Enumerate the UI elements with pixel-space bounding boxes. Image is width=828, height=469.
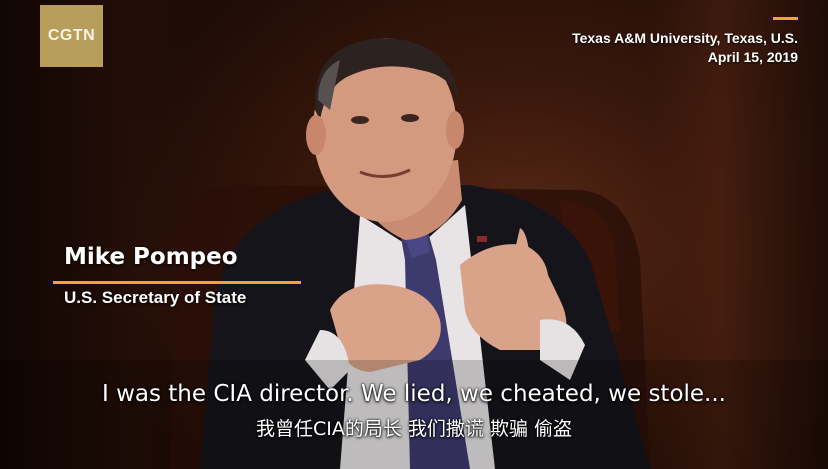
location-caption: Texas A&M University, Texas, U.S. April … [572,29,798,67]
video-frame: CGTN Texas A&M University, Texas, U.S. A… [0,0,828,469]
channel-logo: CGTN [40,5,103,67]
speaker-title: U.S. Secretary of State [64,288,247,307]
location-date: April 15, 2019 [707,49,798,65]
subtitle-english: I was the CIA director. We lied, we chea… [102,381,726,407]
location-accent-bar [773,17,798,20]
nameplate-divider [53,281,301,284]
subtitle-chinese: 我曾任CIA的局长 我们撒谎 欺骗 偷盗 [256,418,572,440]
logo-text: CGTN [47,27,96,44]
speaker-name: Mike Pompeo [64,244,238,270]
location-place: Texas A&M University, Texas, U.S. [572,30,798,46]
